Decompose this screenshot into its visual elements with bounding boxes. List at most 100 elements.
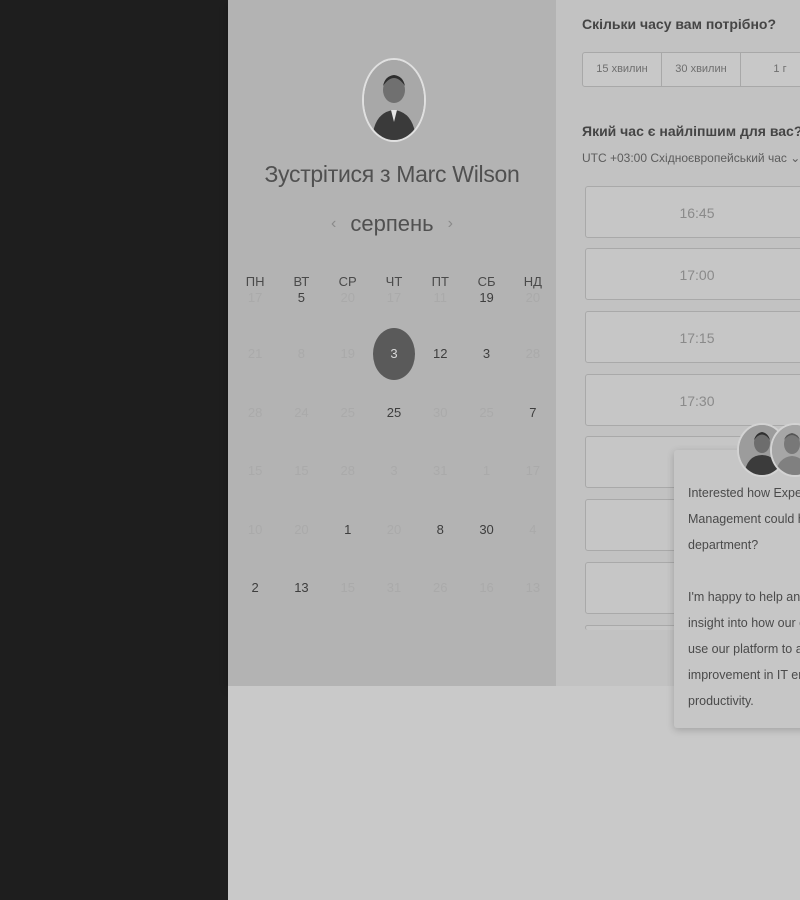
chat-message: Interested how Experie Management could …: [688, 480, 800, 714]
calendar-grid: ПН ВТ СР ЧТ ПТ СБ НД 17 5 20 17 11 19 20 21 8 19 3…: [232, 274, 556, 632]
calendar-day-number: 15: [340, 580, 355, 595]
calendar-day-number: 1: [482, 463, 491, 478]
calendar-day: 10: [232, 515, 278, 545]
duration-option-15[interactable]: 15 хвилин: [583, 53, 662, 86]
calendar-day-number: 3: [390, 346, 398, 361]
calendar-day: 19: [325, 339, 371, 369]
calendar-day-number: 19: [479, 290, 494, 305]
chevron-right-icon[interactable]: ›: [448, 215, 453, 232]
calendar-day[interactable]: 7: [510, 398, 556, 428]
time-slot-button[interactable]: 16:45: [585, 186, 800, 238]
calendar-day-number: 1: [344, 521, 352, 537]
calendar-day: 28: [325, 456, 371, 486]
calendar-day: 28: [510, 339, 556, 369]
calendar-day: 4: [510, 515, 556, 545]
time-slot-button[interactable]: 17:30: [585, 374, 800, 426]
calendar-day[interactable]: 13: [278, 573, 324, 603]
calendar-day-number: 17: [525, 463, 541, 478]
calendar-day[interactable]: 3: [463, 339, 509, 369]
calendar-day[interactable]: 8: [417, 515, 463, 545]
calendar-day: 15: [325, 573, 371, 603]
calendar-day-number: 28: [340, 463, 355, 478]
calendar-day[interactable]: 12: [417, 339, 463, 369]
calendar-day: 26: [417, 573, 463, 603]
chat-line: I'm happy to help and: [688, 590, 800, 604]
calendar-day-number: 20: [340, 290, 355, 305]
calendar-day: 20: [510, 283, 556, 313]
calendar-day: 31: [371, 573, 417, 603]
calendar-day-selected[interactable]: 3: [371, 328, 417, 380]
calendar-day-number: 17: [247, 290, 263, 305]
calendar-day-number: 5: [297, 290, 306, 305]
calendar-day-number: 13: [525, 580, 541, 595]
duration-option-30[interactable]: 30 хвилин: [662, 53, 741, 86]
chat-line: use our platform to ac: [688, 642, 800, 656]
time-slot-button[interactable]: 17:00: [585, 248, 800, 300]
calendar-day-number: 20: [525, 290, 541, 305]
calendar-day-number: 15: [294, 463, 309, 478]
calendar-day-number: 26: [433, 580, 448, 595]
month-navigation: ‹ серпень ›: [228, 211, 556, 237]
calendar-day-number: 3: [390, 463, 398, 478]
calendar-days: 17 5 20 17 11 19 20 21 8 19 3 12 3 28 28 24 25 25 30 25 7 15 1…: [232, 283, 556, 632]
calendar-week-row: 2 13 15 31 26 16 13: [232, 573, 556, 632]
calendar-day-number: 30: [479, 521, 494, 537]
calendar-day-number: 7: [529, 404, 537, 420]
calendar-day[interactable]: 25: [371, 398, 417, 428]
calendar-day-number: 25: [386, 404, 402, 420]
time-slot-button[interactable]: 17:15: [585, 311, 800, 363]
calendar-day: 16: [463, 573, 509, 603]
calendar-day[interactable]: 30: [463, 515, 509, 545]
calendar-day-number: 20: [386, 521, 402, 537]
calendar-day-number: 28: [247, 404, 263, 420]
calendar-day: 30: [417, 398, 463, 428]
calendar-day: 20: [371, 515, 417, 545]
calendar-day[interactable]: 5: [278, 283, 324, 313]
duration-option-60[interactable]: 1 г: [741, 53, 800, 86]
chat-line: Management could he: [688, 512, 800, 526]
calendar-day[interactable]: 2: [232, 573, 278, 603]
calendar-week-row: 10 20 1 20 8 30 4: [232, 515, 556, 574]
calendar-day: 25: [325, 398, 371, 428]
calendar-day-number: 24: [294, 404, 309, 420]
chat-line: insight into how our cu: [688, 616, 800, 630]
calendar-day-number: 25: [340, 404, 355, 420]
calendar-day: 24: [278, 398, 324, 428]
timezone-select[interactable]: UTC +03:00 Східноєвропейський час ⌄: [582, 151, 800, 165]
calendar-day: 13: [510, 573, 556, 603]
month-label: серпень: [350, 211, 434, 236]
calendar-week-row: 28 24 25 25 30 25 7: [232, 398, 556, 457]
calendar-week-row: 15 15 28 3 31 1 17: [232, 456, 556, 515]
calendar-day-number: 17: [386, 290, 402, 305]
calendar-day-number: 20: [294, 521, 309, 537]
calendar-day-number: 4: [529, 521, 537, 537]
calendar-day-number: 11: [433, 290, 448, 305]
duration-question: Скільки часу вам потрібно?: [582, 16, 777, 32]
calendar-day: 31: [417, 456, 463, 486]
host-avatar: [362, 58, 426, 142]
calendar-day-number: 16: [479, 580, 494, 595]
calendar-day-number: 30: [433, 404, 448, 420]
calendar-day-number: 3: [482, 346, 491, 361]
calendar-day[interactable]: 19: [463, 283, 509, 313]
calendar-day: 15: [232, 456, 278, 486]
chevron-left-icon[interactable]: ‹: [331, 215, 336, 232]
calendar-day: 17: [232, 283, 278, 313]
calendar-day-number: 19: [340, 346, 355, 361]
calendar-day: 25: [463, 398, 509, 428]
calendar-day-number: 15: [247, 463, 263, 478]
calendar-day: 17: [510, 456, 556, 486]
calendar-day: 15: [278, 456, 324, 486]
calendar-day[interactable]: 1: [325, 515, 371, 545]
calendar-day-number: 31: [433, 463, 448, 478]
time-question: Який час є найліпшим для вас?: [582, 123, 800, 139]
calendar-day-number: 10: [247, 521, 263, 537]
calendar-day-number: 25: [479, 404, 494, 420]
duration-selector: 15 хвилин 30 хвилин 1 г: [582, 52, 800, 87]
dark-sidebar-overlay: [0, 0, 228, 900]
calendar-day: 11: [417, 283, 463, 313]
calendar-day-number: 2: [251, 580, 259, 595]
calendar-day: 3: [371, 456, 417, 486]
calendar-day-number: 28: [525, 346, 541, 361]
calendar-day-number: 13: [294, 580, 309, 595]
